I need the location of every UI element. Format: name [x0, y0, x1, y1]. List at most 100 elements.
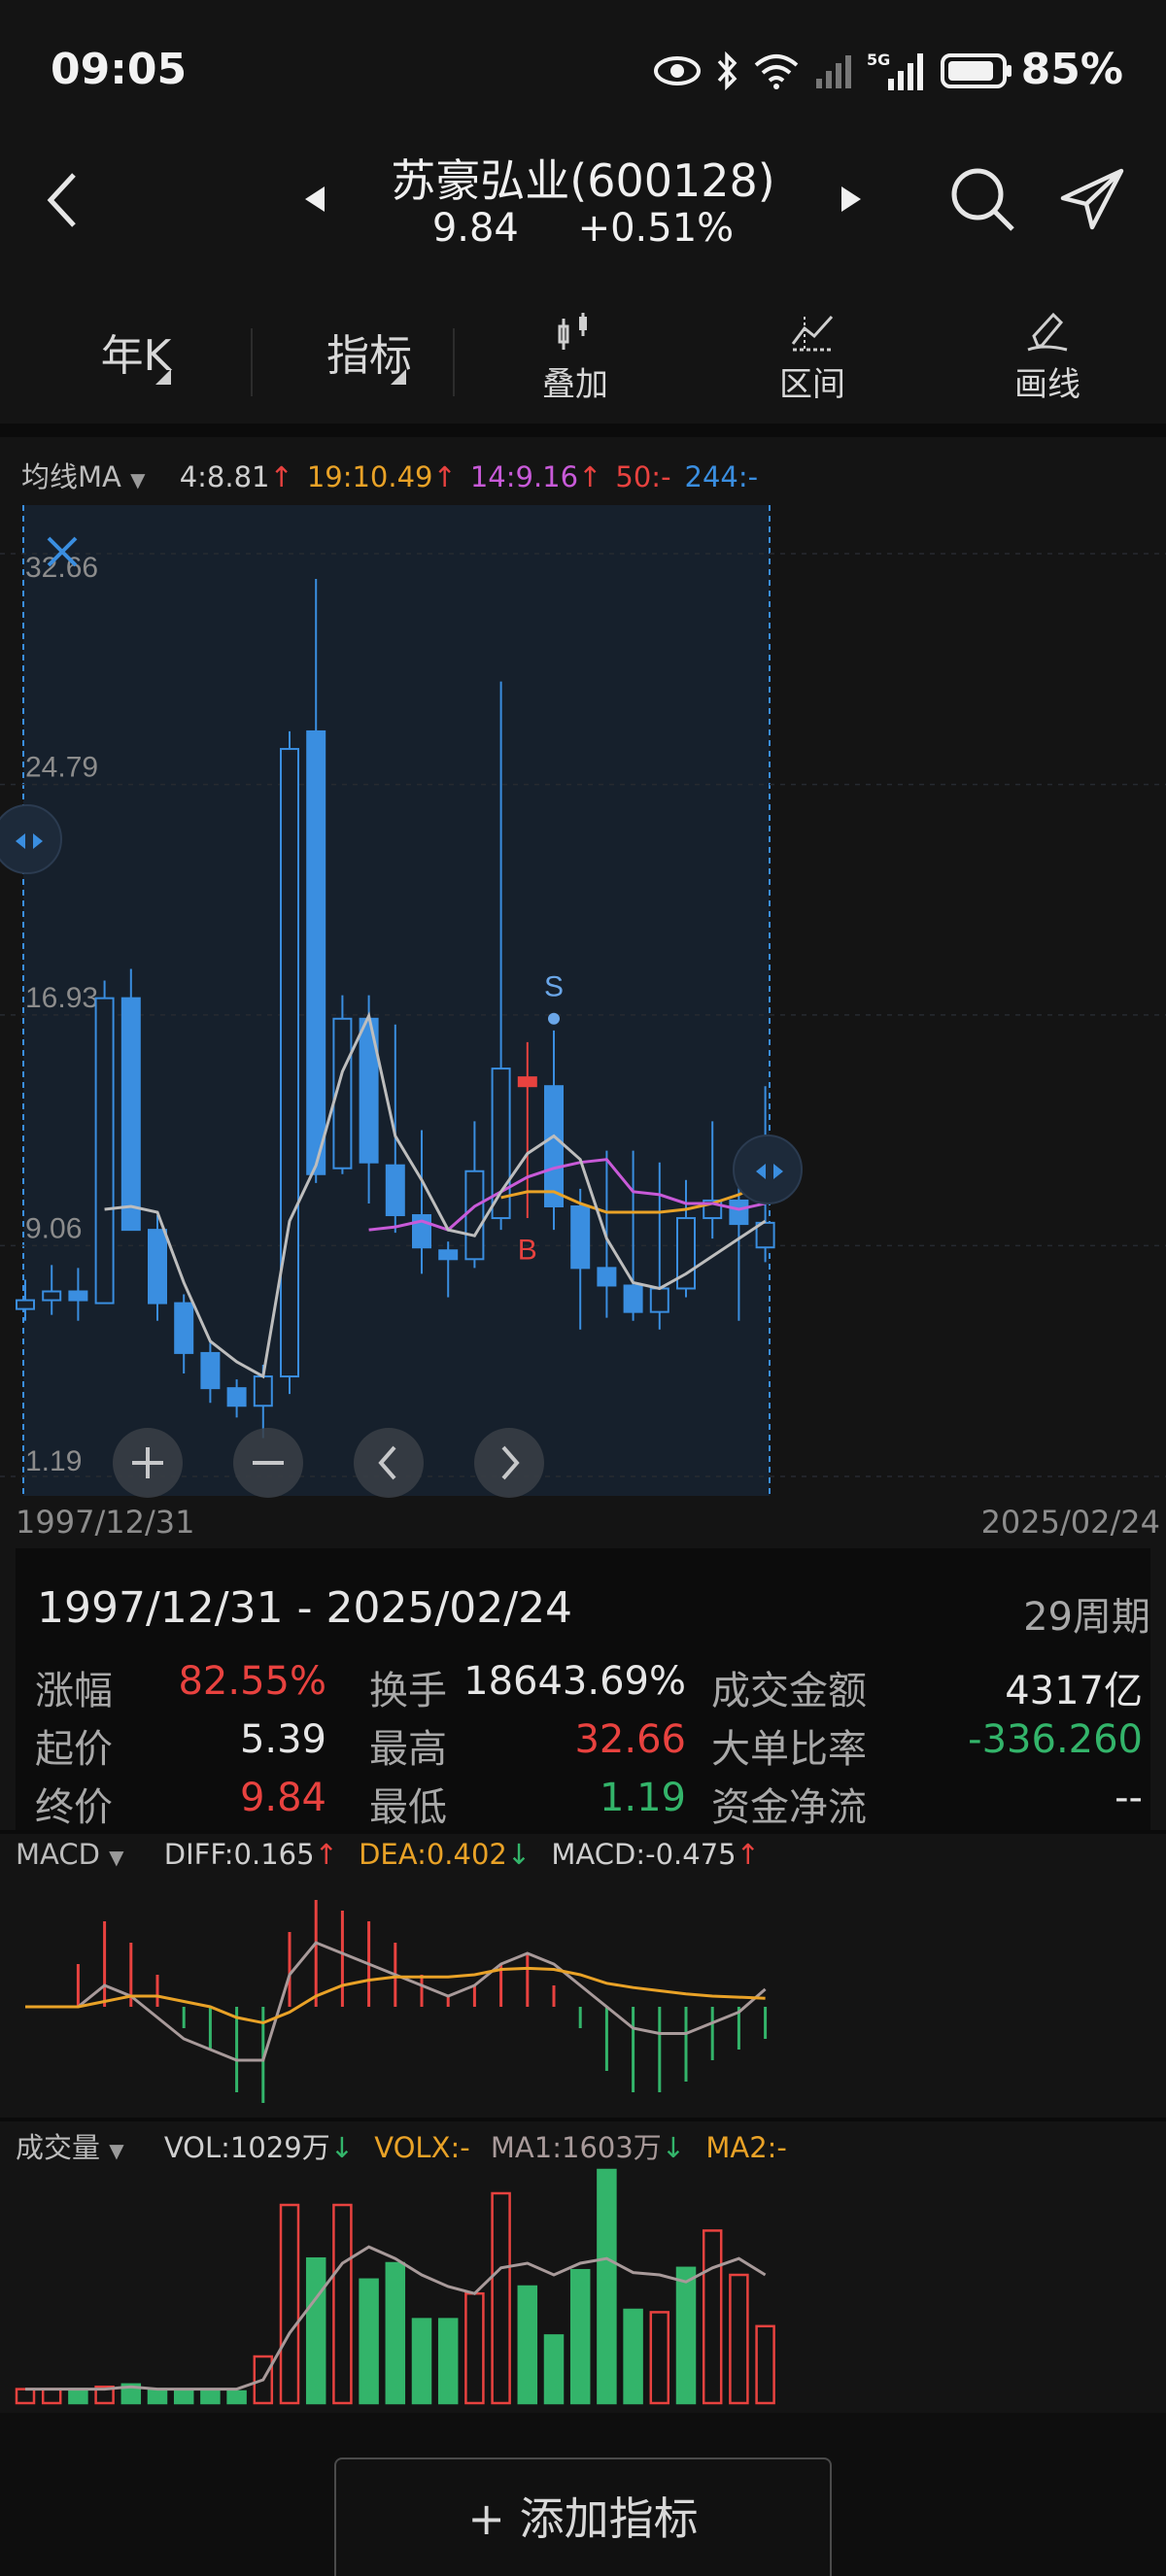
- y-tick-label: 16.93: [25, 982, 98, 1014]
- search-icon[interactable]: [948, 165, 1016, 235]
- ma-item: 4:8.81: [179, 460, 270, 493]
- range-button[interactable]: 区间: [752, 311, 873, 408]
- candle-body: [280, 748, 299, 1378]
- status-icons: 5G: [653, 47, 1014, 95]
- candle-body: [544, 1085, 564, 1207]
- stock-price: 9.84: [431, 206, 519, 251]
- zoom-in-button[interactable]: [113, 1428, 183, 1498]
- draw-label: 画线: [1014, 365, 1080, 404]
- volume-bar: [649, 2311, 670, 2405]
- share-icon[interactable]: [1059, 167, 1127, 231]
- volume-bar: [41, 2388, 62, 2405]
- candle-body: [385, 1164, 405, 1217]
- candle-body: [16, 1299, 35, 1310]
- candle-body: [306, 729, 326, 1175]
- period-selector[interactable]: 年K: [58, 321, 214, 418]
- candle-body: [148, 1229, 167, 1305]
- battery-percent: 85%: [1020, 45, 1123, 94]
- x-end-label: 2025/02/24: [980, 1504, 1160, 1541]
- candle-body: [597, 1267, 617, 1287]
- volume-bar: [569, 2268, 591, 2405]
- pen-icon: [1027, 312, 1068, 352]
- volume-bar: [464, 2291, 485, 2405]
- close-range-icon[interactable]: [43, 532, 82, 571]
- volume-bar: [517, 2285, 538, 2405]
- volume-bar: [279, 2203, 300, 2405]
- status-time: 09:05: [51, 45, 188, 94]
- candle-body: [570, 1204, 591, 1270]
- chevron-right-icon: [501, 1445, 520, 1480]
- volume-bar: [491, 2191, 511, 2405]
- volume-legend[interactable]: 成交量 ▼ VOL:1029万↓ VOLX:- MA1:1603万↓ MA2:-: [16, 2125, 787, 2166]
- volume-bar: [173, 2390, 194, 2405]
- stat-label: 换手: [369, 1669, 447, 1713]
- candle-body: [120, 997, 141, 1232]
- ma-items: 4:8.81↑ 19:10.49↑ 14:9.16↑ 50:- 244:-: [154, 460, 758, 493]
- stats-range: 1997/12/31 - 2025/02/24: [37, 1583, 573, 1633]
- range-end-handle[interactable]: [733, 1135, 803, 1204]
- stat-label: 终价: [35, 1785, 113, 1830]
- indicator-selector[interactable]: 指标: [282, 321, 457, 418]
- volume-title: 成交量: [16, 2131, 101, 2164]
- stat-value: 4317亿: [1005, 1669, 1143, 1713]
- eye-icon: [654, 56, 701, 85]
- stat-value: 18643.69%: [463, 1659, 686, 1704]
- add-indicator-button[interactable]: + 添加指标: [334, 2457, 832, 2576]
- candle-body: [68, 1290, 88, 1302]
- stat-label: 起价: [35, 1727, 113, 1772]
- range-start-handle[interactable]: [0, 804, 62, 874]
- candle-body: [438, 1249, 459, 1261]
- stat-label: 最低: [369, 1785, 447, 1830]
- ma1-value: MA1:1603万: [490, 2131, 662, 2164]
- stat-label: 资金净流: [711, 1785, 867, 1830]
- ma2-value: MA2:-: [705, 2131, 787, 2164]
- volume-bar: [15, 2388, 36, 2405]
- pan-right-button[interactable]: [474, 1428, 544, 1498]
- stat-value: 82.55%: [178, 1659, 326, 1704]
- overlay-icon: [558, 313, 587, 350]
- wifi-icon: [754, 54, 799, 89]
- signal-5g-icon: 5G: [867, 51, 923, 90]
- bluetooth-icon: [717, 51, 737, 90]
- volume-bar: [359, 2278, 379, 2405]
- volume-bar: [437, 2318, 459, 2405]
- draw-button[interactable]: 画线: [987, 311, 1108, 408]
- candle-body: [517, 1076, 537, 1088]
- main-kline-chart[interactable]: 32.6624.7916.939.061.19BS: [0, 505, 1166, 1501]
- sell-marker-dot: [548, 1012, 560, 1025]
- stat-label: 成交金额: [711, 1669, 867, 1713]
- stat-value: -336.260: [968, 1717, 1143, 1762]
- next-stock-icon[interactable]: [838, 185, 863, 214]
- macd-dropdown-icon: ▼: [109, 1846, 124, 1869]
- ma-arrow-icon: ↑: [432, 460, 457, 493]
- ma-item: 50:-: [615, 460, 671, 493]
- signal-weak-icon: [816, 55, 851, 88]
- pan-left-button[interactable]: [354, 1428, 424, 1498]
- candle-body: [200, 1351, 221, 1390]
- volume-bar: [543, 2334, 565, 2405]
- zoom-out-button[interactable]: [233, 1428, 303, 1498]
- y-tick-label: 24.79: [25, 752, 98, 784]
- ma-item: 19:10.49: [306, 460, 433, 493]
- candle-body: [226, 1387, 247, 1407]
- macd-chart[interactable]: [0, 1875, 1166, 2114]
- overlay-button[interactable]: 叠加: [515, 311, 635, 408]
- candle-body: [42, 1290, 62, 1302]
- volume-chart[interactable]: [0, 2166, 1166, 2409]
- plus-icon: [132, 1447, 163, 1478]
- vol-value: VOL:1029万: [163, 2131, 330, 2164]
- stats-periods: 29周期: [1023, 1595, 1150, 1640]
- candle-body: [174, 1302, 194, 1354]
- ma-legend[interactable]: 均线MA ▼ 4:8.81↑ 19:10.49↑ 14:9.16↑ 50:- 244:-: [21, 455, 758, 495]
- candle-body: [623, 1284, 643, 1313]
- x-start-label: 1997/12/31: [16, 1504, 195, 1541]
- macd-title: MACD: [16, 1838, 100, 1871]
- chevron-left-icon: [378, 1445, 396, 1480]
- candle-body: [94, 997, 115, 1305]
- stat-value: 5.39: [239, 1717, 326, 1762]
- macd-legend[interactable]: MACD ▼ DIFF:0.165↑ DEA:0.402↓ MACD:-0.47…: [16, 1838, 760, 1871]
- ma-arrow-icon: ↑: [578, 460, 602, 493]
- volume-bar: [305, 2256, 326, 2405]
- overlay-label: 叠加: [542, 365, 608, 404]
- drag-arrows-icon: [756, 1164, 783, 1179]
